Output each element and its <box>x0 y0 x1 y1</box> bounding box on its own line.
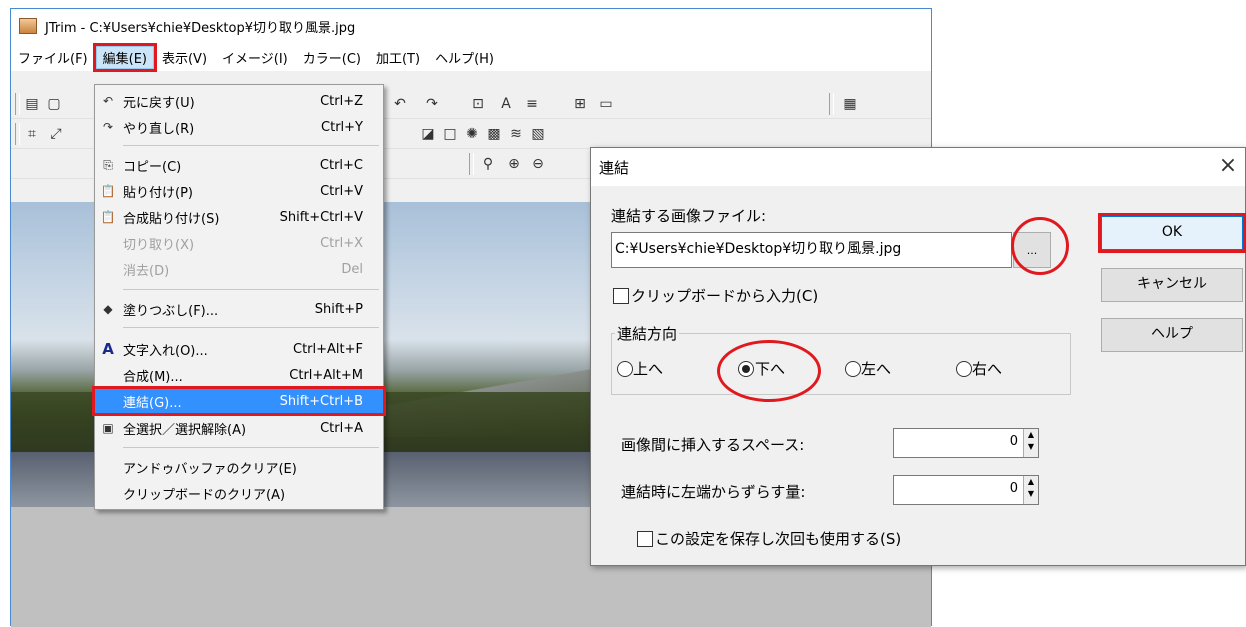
menu-item-fill[interactable]: ◆ 塗りつぶし(F)... Shift+P <box>95 297 383 321</box>
new-file-icon[interactable]: ▢ <box>45 95 63 113</box>
spinner-icon[interactable]: ▲ ▼ <box>1023 429 1038 457</box>
direction-group-label: 連結方向 <box>615 323 680 344</box>
toolbar-grip[interactable] <box>15 93 20 115</box>
menu-item-clear-undo[interactable]: アンドゥバッファのクリア(E) <box>95 455 383 479</box>
dialog-title-bar <box>591 148 1245 186</box>
menu-separator <box>123 327 379 328</box>
frame-icon[interactable]: □ <box>441 125 459 143</box>
fill-bucket-icon: ◆ <box>103 302 113 316</box>
menu-item-copy[interactable]: ⎘ コピー(C) Ctrl+C <box>95 153 383 177</box>
sun-icon[interactable]: ✺ <box>463 125 481 143</box>
edit-menu: ↶ 元に戻す(U) Ctrl+Z ↷ やり直し(R) Ctrl+Y ⎘ コピー(… <box>92 84 386 510</box>
menu-item-select-all[interactable]: ▣ 全選択／選択解除(A) Ctrl+A <box>95 416 383 440</box>
offset-input[interactable]: 0 ▲ ▼ <box>893 475 1039 505</box>
crop-icon[interactable]: ⌗ <box>23 125 41 143</box>
file-label: 連結する画像ファイル: <box>611 207 767 225</box>
open-file-icon[interactable]: ▤ <box>23 95 41 113</box>
menu-item-delete: 消去(D) Del <box>123 261 363 279</box>
panel-icon[interactable]: ▭ <box>597 95 615 113</box>
menu-separator <box>123 145 379 146</box>
menu-separator <box>123 447 379 448</box>
window-title: JTrim - C:¥Users¥chie¥Desktop¥切り取り風景.jpg <box>45 20 356 36</box>
text-tool-icon[interactable]: A <box>497 95 515 113</box>
paste-icon: 📋 <box>100 184 116 198</box>
copy-icon: ⎘ <box>103 157 113 172</box>
undo-icon: ↶ <box>102 94 114 108</box>
dialog-title: 連結 <box>599 159 630 177</box>
radio-right-label: 右へ <box>972 360 1003 378</box>
menu-item-clear-clipboard[interactable]: クリップボードのクリア(A) <box>95 481 383 505</box>
radio-right[interactable] <box>956 361 972 377</box>
annotation-circle-down <box>717 340 821 402</box>
close-icon[interactable]: × <box>1213 152 1243 180</box>
concatenate-dialog: 連結 × 連結する画像ファイル: C:¥Users¥chie¥Desktop¥切… <box>590 147 1246 566</box>
radio-left[interactable] <box>845 361 861 377</box>
save-settings-label: この設定を保存し次回も使用する(S) <box>655 530 902 548</box>
menu-item-composite[interactable]: 合成(M)... Ctrl+Alt+M <box>95 363 383 387</box>
file-path-field[interactable]: C:¥Users¥chie¥Desktop¥切り取り風景.jpg <box>611 232 1012 268</box>
menu-color[interactable]: カラー(C) <box>296 46 368 69</box>
zoom-icon[interactable]: ⚲ <box>479 155 497 173</box>
menu-process[interactable]: 加工(T) <box>369 46 427 69</box>
menu-item-paste[interactable]: 📋 貼り付け(P) Ctrl+V <box>95 179 383 203</box>
space-input[interactable]: 0 ▲ ▼ <box>893 428 1039 458</box>
menu-item-cut: 切り取り(X) Ctrl+X <box>123 235 363 253</box>
grid-icon[interactable]: ⊞ <box>571 95 589 113</box>
radio-up-label: 上へ <box>633 360 664 378</box>
help-button[interactable]: ヘルプ <box>1101 318 1243 352</box>
wave-icon[interactable]: ≋ <box>507 125 525 143</box>
undo-icon[interactable]: ↶ <box>391 95 409 113</box>
align-icon[interactable]: ≡ <box>523 95 541 113</box>
save-settings-checkbox[interactable] <box>637 531 653 547</box>
ok-button[interactable]: OK <box>1098 213 1246 253</box>
toolbar-grip-4[interactable] <box>469 153 474 175</box>
menu-separator <box>123 289 379 290</box>
cancel-button[interactable]: キャンセル <box>1101 268 1243 302</box>
radio-left-label: 左へ <box>861 360 892 378</box>
fit-window-icon[interactable]: ⊡ <box>469 95 487 113</box>
select-all-icon: ▣ <box>102 421 114 435</box>
radio-up[interactable] <box>617 361 633 377</box>
menu-item-concatenate[interactable]: 連結(G)... Shift+Ctrl+B <box>92 386 386 416</box>
redo-icon[interactable]: ↷ <box>423 95 441 113</box>
toolbar-grip-2[interactable] <box>829 93 834 115</box>
menu-item-undo[interactable]: ↶ 元に戻す(U) Ctrl+Z <box>95 89 383 113</box>
menu-edit[interactable]: 編集(E) <box>92 42 158 72</box>
menu-item-composite-paste[interactable]: 📋 合成貼り付け(S) Shift+Ctrl+V <box>95 205 383 229</box>
clipboard-checkbox[interactable] <box>613 288 629 304</box>
mosaic-icon[interactable]: ▩ <box>485 125 503 143</box>
toolbar-grip-3[interactable] <box>15 123 20 145</box>
shadow-icon[interactable]: ◪ <box>419 125 437 143</box>
title-bar: JTrim - C:¥Users¥chie¥Desktop¥切り取り風景.jpg <box>11 9 931 43</box>
menu-bar: ファイル(F) 編集(E) 表示(V) イメージ(I) カラー(C) 加工(T)… <box>11 42 931 72</box>
clipboard-label: クリップボードから入力(C) <box>631 287 819 305</box>
menu-file[interactable]: ファイル(F) <box>11 46 95 69</box>
menu-view[interactable]: 表示(V) <box>155 46 214 69</box>
zoom-out-icon[interactable]: ⊖ <box>529 155 547 173</box>
spinner-icon[interactable]: ▲ ▼ <box>1023 476 1038 504</box>
annotation-circle-browse <box>1011 217 1069 275</box>
text-icon: A <box>102 340 114 358</box>
menu-help[interactable]: ヘルプ(H) <box>428 46 501 69</box>
menu-item-redo[interactable]: ↷ やり直し(R) Ctrl+Y <box>95 115 383 139</box>
offset-label: 連結時に左端からずらす量: <box>621 483 806 501</box>
menu-image[interactable]: イメージ(I) <box>215 46 295 69</box>
color-grid-icon[interactable]: ▦ <box>841 95 859 113</box>
redo-icon: ↷ <box>102 120 114 134</box>
app-icon <box>19 18 37 34</box>
filter-icon[interactable]: ▧ <box>529 125 547 143</box>
menu-item-text[interactable]: A 文字入れ(O)... Ctrl+Alt+F <box>95 337 383 361</box>
resize-icon[interactable]: ⤢ <box>47 125 65 143</box>
composite-paste-icon: 📋 <box>100 210 116 224</box>
zoom-in-icon[interactable]: ⊕ <box>505 155 523 173</box>
space-label: 画像間に挿入するスペース: <box>621 436 805 454</box>
